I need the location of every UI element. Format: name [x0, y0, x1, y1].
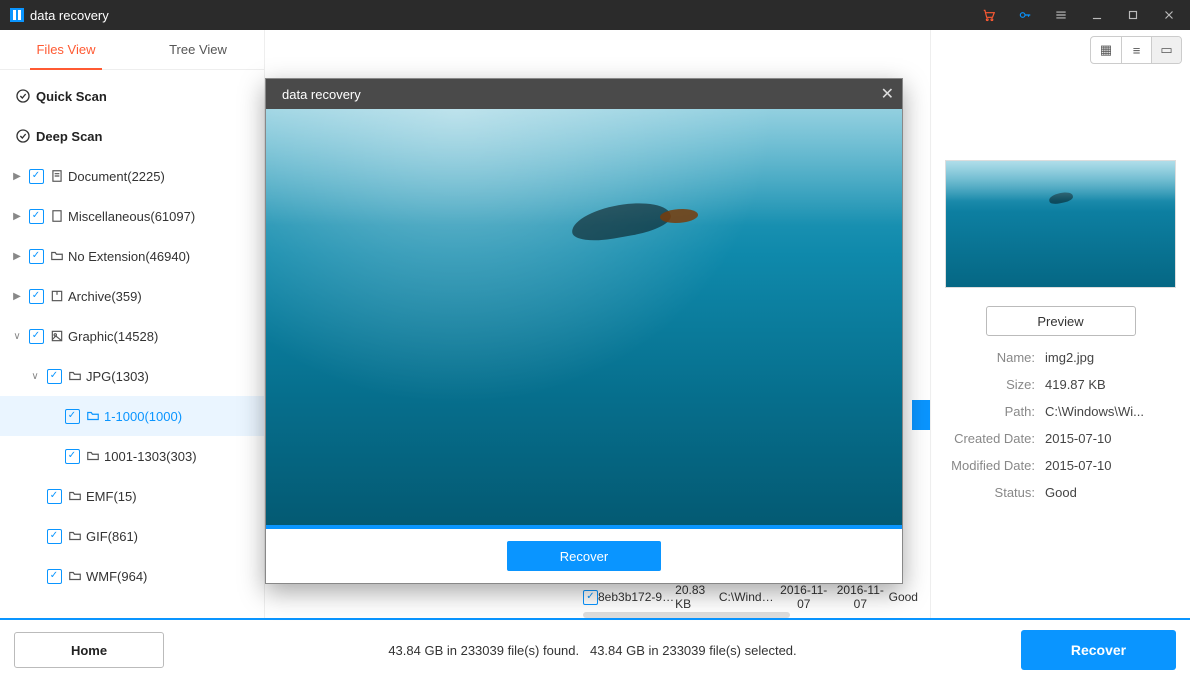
cell-name: 8eb3b172-9e67-4c6…	[598, 590, 675, 604]
chevron-down-icon[interactable]: ∨	[26, 371, 44, 382]
meta-value-path: C:\Windows\Wi...	[1045, 404, 1176, 419]
sidebar-tabs: Files View Tree View	[0, 30, 264, 70]
table-row[interactable]: 8eb3b172-9e67-4c6… 20.83 KB C:\Windows\S…	[583, 584, 928, 610]
tree-wmf[interactable]: WMF(964)	[0, 556, 264, 596]
meta-label-path: Path:	[945, 404, 1045, 419]
folder-icon	[64, 529, 86, 543]
footer: Home 43.84 GB in 233039 file(s) found. 4…	[0, 620, 1190, 680]
grid-view-icon[interactable]: ▦	[1091, 37, 1121, 63]
file-metadata: Name:img2.jpg Size:419.87 KB Path:C:\Win…	[945, 350, 1176, 512]
close-icon[interactable]: ✕	[881, 84, 894, 104]
tree-jpg-1001-1303[interactable]: 1001-1303(303)	[0, 436, 264, 476]
chevron-right-icon[interactable]: ▶	[8, 171, 26, 182]
recover-button[interactable]: Recover	[507, 541, 661, 571]
footer-recover-button[interactable]: Recover	[1021, 630, 1176, 670]
meta-label-created: Created Date:	[945, 431, 1045, 446]
checkbox[interactable]	[26, 169, 46, 184]
preview-image	[266, 109, 902, 525]
folder-icon	[64, 369, 86, 383]
checkbox[interactable]	[26, 329, 46, 344]
checkbox[interactable]	[44, 529, 64, 544]
checkbox[interactable]	[62, 409, 82, 424]
cell-path: C:\Windows\Se…	[719, 590, 776, 604]
file-list-area: 8eb3b172-9e67-4c6… 20.83 KB C:\Windows\S…	[265, 30, 930, 618]
tree-jpg-1-1000[interactable]: 1-1000(1000)	[0, 396, 264, 436]
checkbox[interactable]	[583, 590, 598, 605]
close-icon[interactable]	[1158, 4, 1180, 26]
folder-icon	[64, 489, 86, 503]
cart-icon[interactable]	[978, 4, 1000, 26]
thumbnail-preview	[945, 160, 1176, 288]
checkbox[interactable]	[44, 489, 64, 504]
quick-scan[interactable]: Quick Scan	[0, 76, 264, 116]
tree-archive[interactable]: ▶ Archive(359)	[0, 276, 264, 316]
home-button[interactable]: Home	[14, 632, 164, 668]
chevron-right-icon[interactable]: ▶	[8, 211, 26, 222]
tree-misc[interactable]: ▶ Miscellaneous(61097)	[0, 196, 264, 236]
menu-icon[interactable]	[1050, 4, 1072, 26]
preview-button[interactable]: Preview	[986, 306, 1136, 336]
cell-status: Good	[889, 590, 928, 604]
view-mode-buttons: ▦ ≡ ▭	[1090, 36, 1182, 64]
tree-gif[interactable]: GIF(861)	[0, 516, 264, 556]
check-circle-icon	[10, 128, 36, 144]
file-tree[interactable]: Quick Scan Deep Scan ▶ Document(2225) ▶ …	[0, 70, 264, 618]
deep-scan[interactable]: Deep Scan	[0, 116, 264, 156]
document-icon	[46, 169, 68, 183]
checkbox[interactable]	[44, 569, 64, 584]
app-titlebar: data recovery	[0, 0, 1190, 30]
chevron-right-icon[interactable]: ▶	[8, 291, 26, 302]
chevron-down-icon[interactable]: ∨	[8, 331, 26, 342]
meta-value-status: Good	[1045, 485, 1176, 500]
sidebar: Files View Tree View Quick Scan Deep Sca…	[0, 30, 265, 618]
folder-icon	[82, 409, 104, 423]
preview-modal: data recovery ✕ Recover	[265, 78, 903, 584]
app-name: data recovery	[30, 8, 109, 23]
tab-files-view[interactable]: Files View	[0, 30, 132, 69]
tree-graphic[interactable]: ∨ Graphic(14528)	[0, 316, 264, 356]
meta-value-size: 419.87 KB	[1045, 377, 1176, 392]
meta-value-name: img2.jpg	[1045, 350, 1176, 365]
folder-icon	[64, 569, 86, 583]
cell-size: 20.83 KB	[675, 583, 719, 611]
modal-titlebar[interactable]: data recovery ✕	[266, 79, 902, 109]
minimize-icon[interactable]	[1086, 4, 1108, 26]
meta-value-modified: 2015-07-10	[1045, 458, 1176, 473]
modal-title: data recovery	[282, 87, 361, 102]
checkbox[interactable]	[26, 209, 46, 224]
logo-icon	[10, 8, 24, 22]
tab-tree-view[interactable]: Tree View	[132, 30, 264, 69]
archive-icon	[46, 289, 68, 303]
file-icon	[46, 209, 68, 223]
maximize-icon[interactable]	[1122, 4, 1144, 26]
list-view-icon[interactable]: ≡	[1121, 37, 1151, 63]
tree-emf[interactable]: EMF(15)	[0, 476, 264, 516]
meta-label-modified: Modified Date:	[945, 458, 1045, 473]
tree-document[interactable]: ▶ Document(2225)	[0, 156, 264, 196]
cell-modified: 2016-11-07	[832, 583, 889, 611]
folder-icon	[82, 449, 104, 463]
check-circle-icon	[10, 88, 36, 104]
detail-view-icon[interactable]: ▭	[1151, 37, 1181, 63]
image-icon	[46, 329, 68, 343]
folder-icon	[46, 249, 68, 263]
chevron-right-icon[interactable]: ▶	[8, 251, 26, 262]
checkbox[interactable]	[62, 449, 82, 464]
key-icon[interactable]	[1014, 4, 1036, 26]
status-text: 43.84 GB in 233039 file(s) found. 43.84 …	[164, 643, 1021, 658]
checkbox[interactable]	[26, 289, 46, 304]
horizontal-scrollbar[interactable]	[583, 612, 928, 620]
tree-noext[interactable]: ▶ No Extension(46940)	[0, 236, 264, 276]
meta-value-created: 2015-07-10	[1045, 431, 1176, 446]
tree-jpg[interactable]: ∨ JPG(1303)	[0, 356, 264, 396]
meta-label-name: Name:	[945, 350, 1045, 365]
selection-stripe	[912, 400, 930, 430]
app-logo: data recovery	[10, 8, 109, 23]
checkbox[interactable]	[44, 369, 64, 384]
cell-created: 2016-11-07	[775, 583, 832, 611]
meta-label-status: Status:	[945, 485, 1045, 500]
info-panel: ▦ ≡ ▭ Preview Name:img2.jpg Size:419.87 …	[930, 30, 1190, 618]
meta-label-size: Size:	[945, 377, 1045, 392]
checkbox[interactable]	[26, 249, 46, 264]
